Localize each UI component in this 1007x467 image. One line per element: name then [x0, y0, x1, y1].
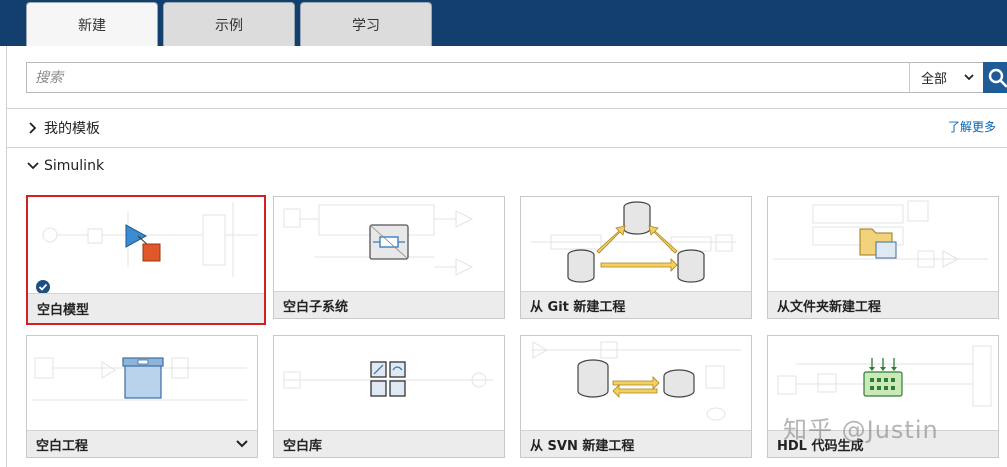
- template-card-blank-library[interactable]: 空白库: [273, 335, 505, 458]
- section-simulink-label: Simulink: [44, 158, 105, 174]
- template-thumbnail: [27, 336, 257, 430]
- blank-library-icon: [283, 361, 494, 397]
- svn-project-icon: [531, 341, 741, 421]
- tab-learn[interactable]: 学习: [300, 2, 432, 46]
- template-thumbnail: [521, 197, 751, 291]
- template-card-folder-project[interactable]: 从文件夹新建工程: [767, 196, 999, 319]
- template-card-label: 空白子系统: [274, 291, 504, 318]
- template-card-label: 从 Git 新建工程: [521, 291, 751, 318]
- search-input[interactable]: [27, 63, 909, 92]
- template-card-label-text: 空白工程: [36, 439, 89, 454]
- tab-new[interactable]: 新建: [26, 2, 158, 47]
- template-card-label: 空白模型: [28, 293, 264, 323]
- template-card-label: 空白工程: [27, 430, 257, 457]
- chevron-down-icon[interactable]: [235, 437, 249, 451]
- search-scope-value: 全部: [921, 72, 948, 87]
- section-my-templates-label: 我的模板: [44, 121, 100, 137]
- search-button[interactable]: [983, 62, 1007, 93]
- chevron-down-icon: [27, 162, 39, 170]
- template-thumbnail: [274, 336, 504, 430]
- blank-project-icon: [32, 357, 247, 401]
- template-card-blank-subsystem[interactable]: 空白子系统: [273, 196, 505, 319]
- template-card-svn-project[interactable]: 从 SVN 新建工程: [520, 335, 752, 458]
- template-thumbnail: [521, 336, 751, 430]
- section-simulink[interactable]: Simulink: [26, 158, 104, 174]
- template-thumbnail: [28, 197, 264, 291]
- divider: [6, 108, 1007, 109]
- search-scope-select[interactable]: 全部: [909, 62, 984, 93]
- chevron-right-icon: [29, 122, 37, 134]
- watermark: 知乎 @Justin: [783, 416, 939, 444]
- template-card-label: 从 SVN 新建工程: [521, 430, 751, 457]
- template-card-label: 空白库: [274, 430, 504, 457]
- learn-more-link[interactable]: 了解更多: [948, 118, 996, 135]
- template-card-blank-project[interactable]: 空白工程: [26, 335, 258, 458]
- selected-check-icon: [36, 280, 50, 294]
- search-icon: [988, 68, 1007, 87]
- chevron-down-icon: [964, 74, 974, 81]
- template-thumbnail: [274, 197, 504, 291]
- blank-subsystem-icon: [283, 204, 474, 276]
- template-card-blank-model[interactable]: 空白模型: [26, 195, 266, 325]
- git-project-icon: [531, 201, 736, 283]
- template-card-label: 从文件夹新建工程: [768, 291, 998, 318]
- section-my-templates[interactable]: 我的模板: [26, 118, 100, 138]
- blank-model-icon: [42, 202, 258, 277]
- search-field[interactable]: [26, 62, 910, 93]
- divider: [6, 147, 1007, 148]
- template-thumbnail: [768, 197, 998, 291]
- tab-examples[interactable]: 示例: [163, 2, 295, 46]
- template-card-git-project[interactable]: 从 Git 新建工程: [520, 196, 752, 319]
- folder-project-icon: [773, 200, 988, 268]
